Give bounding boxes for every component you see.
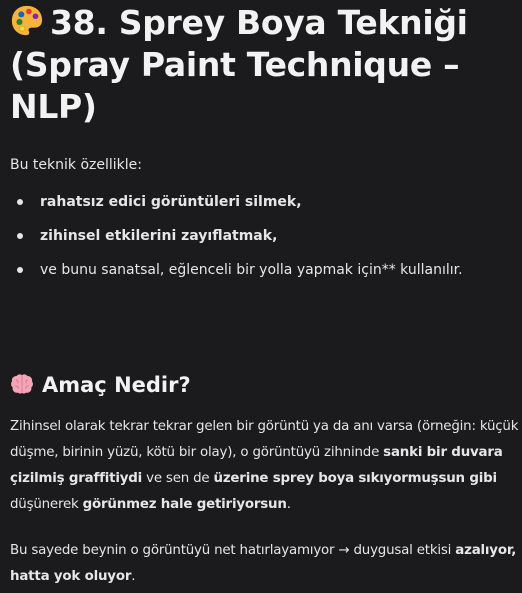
list-item: rahatsız edici görüntüleri silmek, (0, 188, 522, 222)
page-title-text: 38. Sprey Boya Tekniği (Spray Paint Tech… (10, 3, 468, 126)
artist-palette-icon (11, 5, 43, 36)
list-item-text: zihinsel etkilerini zayıflatmak, (40, 228, 278, 244)
bullet-dot (17, 233, 23, 239)
paragraph: Zihinsel olarak tekrar tekrar gelen bir … (10, 419, 519, 512)
section-heading: Amaç Nedir? (10, 370, 191, 400)
section-heading-text: Amaç Nedir? (42, 373, 191, 397)
list-item-text: rahatsız edici görüntüleri silmek, (40, 194, 302, 210)
brain-icon (11, 374, 33, 394)
list-item: ve bunu sanatsal, eğlenceli bir yolla ya… (0, 256, 522, 290)
paragraph: Bu sayede beynin o görüntüyü net hatırla… (10, 543, 517, 584)
bullet-dot (17, 267, 23, 273)
page-title: 38. Sprey Boya Tekniği (Spray Paint Tech… (10, 2, 522, 128)
intro-text: Bu teknik özellikle: (10, 157, 142, 173)
list-item: zihinsel etkilerini zayıflatmak, (0, 222, 522, 256)
bullet-dot (17, 199, 23, 205)
list-item-text: ve bunu sanatsal, eğlenceli bir yolla ya… (40, 262, 463, 278)
bullet-list: rahatsız edici görüntüleri silmek, zihin… (0, 188, 522, 290)
